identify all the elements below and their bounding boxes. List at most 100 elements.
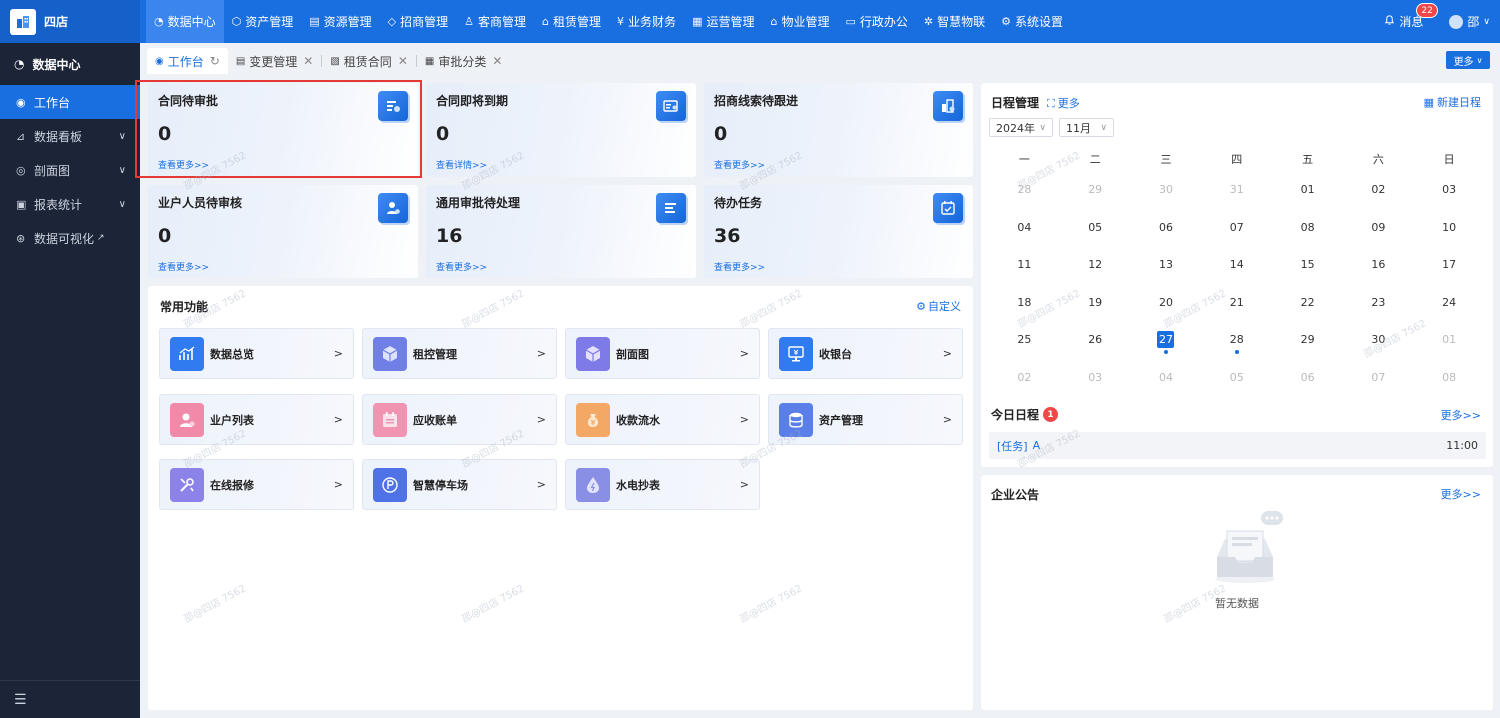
- nav-data-center[interactable]: ◔ 数据中心: [146, 0, 224, 43]
- user-menu[interactable]: 邵 ∨: [1449, 13, 1490, 30]
- stat-link[interactable]: 查看详情>>: [436, 158, 487, 171]
- calendar-day[interactable]: 25: [989, 321, 1060, 359]
- tabs-more-button[interactable]: 更多 ∨: [1446, 51, 1490, 69]
- calendar-day[interactable]: 19: [1060, 284, 1131, 322]
- nav-office[interactable]: ▭ 行政办公: [837, 0, 915, 43]
- calendar-day[interactable]: 13: [1131, 246, 1202, 284]
- func-asset-management[interactable]: 资产管理 >: [768, 394, 963, 445]
- calendar-day[interactable]: 15: [1272, 246, 1343, 284]
- sidebar-item-reports[interactable]: ▣ 报表统计 ∨: [0, 187, 140, 221]
- schedule-item[interactable]: [任务] A 11:00: [989, 432, 1486, 459]
- func-meter-reading[interactable]: 水电抄表 >: [565, 459, 760, 510]
- func-tenant-list[interactable]: 业户列表 >: [159, 394, 354, 445]
- nav-iot[interactable]: ✲ 智慧物联: [916, 0, 993, 43]
- calendar-day[interactable]: 04: [1131, 359, 1202, 397]
- calendar-day[interactable]: 26: [1060, 321, 1131, 359]
- tab-workbench[interactable]: ◉ 工作台 ↻: [147, 48, 228, 74]
- sidebar-item-section-view[interactable]: ◎ 剖面图 ∨: [0, 153, 140, 187]
- calendar-day[interactable]: 20: [1131, 284, 1202, 322]
- close-icon[interactable]: ✕: [492, 54, 502, 68]
- func-receivable-bills[interactable]: 应收账单 >: [362, 394, 557, 445]
- calendar-day[interactable]: 07: [1201, 209, 1272, 247]
- stat-card-contract-expiring[interactable]: 合同即将到期 0 查看详情>>: [426, 83, 696, 177]
- calendar-day[interactable]: 23: [1343, 284, 1414, 322]
- calendar-day[interactable]: 31: [1201, 171, 1272, 209]
- calendar-day[interactable]: 07: [1343, 359, 1414, 397]
- calendar-day[interactable]: 28: [1201, 321, 1272, 359]
- close-icon[interactable]: ✕: [303, 54, 313, 68]
- stat-link[interactable]: 查看更多>>: [436, 260, 487, 273]
- calendar-day[interactable]: 06: [1272, 359, 1343, 397]
- calendar-day[interactable]: 16: [1343, 246, 1414, 284]
- tab-approval-category[interactable]: ▦ 审批分类 ✕: [417, 48, 511, 74]
- messages-button[interactable]: 消息 22: [1384, 3, 1438, 30]
- sidebar-item-data-visualization[interactable]: ⊛ 数据可视化 ↗: [0, 221, 140, 255]
- calendar-day[interactable]: 02: [1343, 171, 1414, 209]
- customize-button[interactable]: ⚙ 自定义: [916, 298, 961, 314]
- calendar-day[interactable]: 11: [989, 246, 1060, 284]
- calendar-day[interactable]: 18: [989, 284, 1060, 322]
- year-select[interactable]: 2024年 ∨: [989, 118, 1053, 137]
- calendar-day[interactable]: 17: [1414, 246, 1485, 284]
- func-lease-control[interactable]: 租控管理 >: [362, 328, 557, 379]
- stat-card-general-approval[interactable]: 通用审批待处理 16 查看更多>>: [426, 185, 696, 278]
- calendar-day[interactable]: 14: [1201, 246, 1272, 284]
- func-online-repair[interactable]: 在线报修 >: [159, 459, 354, 510]
- calendar-day[interactable]: 28: [989, 171, 1060, 209]
- tab-lease-contract[interactable]: ▧ 租赁合同 ✕: [322, 48, 416, 74]
- func-smart-parking[interactable]: 智慧停车场 >: [362, 459, 557, 510]
- nav-system-settings[interactable]: ⚙ 系统设置: [993, 0, 1071, 43]
- calendar-day-today[interactable]: 27: [1131, 321, 1202, 359]
- calendar-day[interactable]: 08: [1414, 359, 1485, 397]
- calendar-day[interactable]: 01: [1414, 321, 1485, 359]
- notice-more-link[interactable]: 更多>>: [1441, 486, 1481, 502]
- brand[interactable]: 四店: [0, 0, 140, 43]
- nav-lease-management[interactable]: ⌂ 租赁管理: [534, 0, 609, 43]
- calendar-day[interactable]: 08: [1272, 209, 1343, 247]
- nav-business-finance[interactable]: ¥ 业务财务: [609, 0, 684, 43]
- func-payment-flow[interactable]: 收款流水 >: [565, 394, 760, 445]
- calendar-day[interactable]: 30: [1343, 321, 1414, 359]
- func-cashier[interactable]: 收银台 >: [768, 328, 963, 379]
- stat-card-todo-tasks[interactable]: 待办任务 36 查看更多>>: [704, 185, 973, 278]
- new-schedule-button[interactable]: ▦ 新建日程: [1424, 94, 1481, 110]
- func-data-overview[interactable]: 数据总览 >: [159, 328, 354, 379]
- calendar-day[interactable]: 29: [1060, 171, 1131, 209]
- stat-card-tenant-review[interactable]: 业户人员待审核 0 查看更多>>: [148, 185, 418, 278]
- stat-link[interactable]: 查看更多>>: [158, 260, 209, 273]
- calendar-day[interactable]: 06: [1131, 209, 1202, 247]
- tab-change-management[interactable]: ▤ 变更管理 ✕: [228, 48, 322, 74]
- func-section-view[interactable]: 剖面图 >: [565, 328, 760, 379]
- calendar-day[interactable]: 05: [1060, 209, 1131, 247]
- calendar-day[interactable]: 01: [1272, 171, 1343, 209]
- calendar-day[interactable]: 21: [1201, 284, 1272, 322]
- calendar-day[interactable]: 09: [1343, 209, 1414, 247]
- calendar-day[interactable]: 05: [1201, 359, 1272, 397]
- calendar-day[interactable]: 02: [989, 359, 1060, 397]
- nav-resource-management[interactable]: ▤ 资源管理: [301, 0, 379, 43]
- stat-link[interactable]: 查看更多>>: [714, 260, 765, 273]
- calendar-day[interactable]: 04: [989, 209, 1060, 247]
- calendar-day[interactable]: 03: [1060, 359, 1131, 397]
- nav-investment-management[interactable]: ◇ 招商管理: [380, 0, 456, 43]
- calendar-day[interactable]: 22: [1272, 284, 1343, 322]
- collapse-sidebar-button[interactable]: ☰: [0, 680, 140, 718]
- month-select[interactable]: 11月 ∨: [1059, 118, 1114, 137]
- stat-card-leads-followup[interactable]: 招商线索待跟进 0 查看更多>>: [704, 83, 973, 177]
- sidebar-item-workbench[interactable]: ◉ 工作台: [0, 85, 140, 119]
- today-schedule-more-link[interactable]: 更多>>: [1441, 407, 1481, 423]
- calendar-day[interactable]: 03: [1414, 171, 1485, 209]
- nav-property[interactable]: ⌂ 物业管理: [762, 0, 837, 43]
- stat-link[interactable]: 查看更多>>: [714, 158, 765, 171]
- calendar-more-link[interactable]: ⛶ 更多: [1047, 95, 1080, 111]
- close-icon[interactable]: ✕: [398, 54, 408, 68]
- calendar-day[interactable]: 29: [1272, 321, 1343, 359]
- refresh-icon[interactable]: ↻: [210, 54, 220, 68]
- nav-operations[interactable]: ▦ 运营管理: [684, 0, 762, 43]
- calendar-day[interactable]: 30: [1131, 171, 1202, 209]
- calendar-day[interactable]: 24: [1414, 284, 1485, 322]
- nav-client-management[interactable]: ♙ 客商管理: [456, 0, 534, 43]
- calendar-day[interactable]: 12: [1060, 246, 1131, 284]
- calendar-day[interactable]: 10: [1414, 209, 1485, 247]
- nav-asset-management[interactable]: ⬡ 资产管理: [224, 0, 302, 43]
